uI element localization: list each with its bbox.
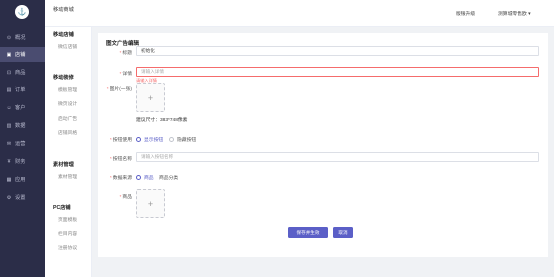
image-size-hint: 建议尺寸：383*748像素 [136, 118, 188, 123]
customers-icon: ☺ [6, 104, 12, 111]
source-category-radio[interactable]: 商品分类 [159, 174, 178, 181]
radio-checked-icon [136, 175, 141, 180]
breadcrumb: 移动商城 [53, 7, 74, 13]
submenu-title-pc-shop: PC店铺 [53, 205, 71, 211]
button-name-label: *按钮名称 [109, 157, 132, 162]
sidebar-item-orders[interactable]: ▤ 订单 [0, 82, 45, 97]
submenu-item-page-design[interactable]: 微页设计 [58, 100, 77, 107]
submenu-item-launch-ad[interactable]: 启动广告 [58, 115, 77, 122]
goods-icon: ⊡ [6, 69, 12, 76]
page-title: 图文广告编辑 [106, 41, 140, 47]
ad-edit-card: 图文广告编辑 *标题 初始化 *详情 请输入详情 请输入详情 *图片(一张) +… [98, 33, 548, 257]
plus-icon: + [147, 92, 154, 103]
submenu-item-shop-style[interactable]: 店铺风格 [58, 129, 77, 136]
cancel-button[interactable]: 取消 [333, 227, 353, 238]
save-button[interactable]: 保存并生效 [288, 227, 328, 238]
sidebar-item-goods[interactable]: ⊡ 商品 [0, 65, 45, 80]
title-input[interactable]: 初始化 [136, 46, 539, 56]
data-source-label: *数据来源 [109, 176, 132, 181]
submenu-item-template-management[interactable]: 模板管理 [58, 86, 77, 93]
operations-icon: ✉ [6, 140, 12, 147]
image-upload[interactable]: + [136, 83, 165, 112]
show-button-radio[interactable]: 显示按钮 [136, 136, 163, 143]
finance-icon: ¥ [7, 158, 11, 165]
sidebar-item-settings[interactable]: ⚙ 设置 [0, 190, 45, 205]
submenu-title-material-management: 素材管理 [53, 162, 74, 168]
product-label: *商品 [119, 195, 132, 200]
data-icon: ▥ [6, 122, 12, 129]
submenu-title-mobile-shop: 移动店铺 [53, 32, 74, 38]
shop-icon: ▣ [6, 51, 12, 58]
upgrade-link[interactable]: 版银升级 [456, 10, 475, 17]
title-label: *标题 [119, 51, 132, 56]
sidebar-item-shop[interactable]: ▣ 店铺 [0, 47, 45, 62]
sidebar-item-operations[interactable]: ✉ 运营 [0, 136, 45, 151]
detail-input[interactable]: 请输入详情 [136, 67, 539, 77]
source-product-radio[interactable]: 商品 [136, 174, 154, 181]
image-label: *图片(一张) [106, 87, 132, 92]
submenu-item-wechat-shop[interactable]: 微信店铺 [58, 43, 77, 50]
logo-icon[interactable]: ⚓ [15, 5, 29, 19]
main-sidebar: ⚓ ⊙ 概况 ▣ 店铺 ⊡ 商品 ▤ 订单 ☺ 客户 ▥ 数据 ✉ 运营 ¥ 财务 ▦ 应用 ⚙ 设… [0, 0, 45, 277]
overview-icon: ⊙ [6, 34, 12, 41]
hide-button-radio[interactable]: 隐藏按钮 [169, 136, 196, 143]
detail-label: *详情 [119, 72, 132, 77]
submenu-item-material-management[interactable]: 素材管理 [58, 173, 77, 180]
sidebar-item-data[interactable]: ▥ 数据 [0, 118, 45, 133]
sidebar-item-overview[interactable]: ⊙ 概况 [0, 30, 45, 45]
secondary-menu: 移动店铺 微信店铺 移动装修 模板管理 微页设计 启动广告 店铺风格 素材管理 … [45, 0, 92, 277]
user-menu[interactable]: 测算城零售欧 ▾ [498, 10, 531, 17]
radio-unchecked-icon [169, 137, 174, 142]
settings-icon: ⚙ [6, 194, 12, 201]
button-usage-label: *按钮使用 [109, 138, 132, 143]
radio-checked-icon [136, 137, 141, 142]
submenu-item-column-content[interactable]: 栏目内容 [58, 230, 77, 237]
plus-icon: + [147, 198, 154, 209]
button-name-input[interactable]: 请输入按钮名称 [136, 152, 539, 162]
submenu-item-page-templates[interactable]: 页面模板 [58, 216, 77, 223]
product-upload[interactable]: + [136, 189, 165, 218]
submenu-title-mobile-decoration: 移动装修 [53, 75, 74, 81]
submenu-item-registration-agreement[interactable]: 注册协议 [58, 244, 77, 251]
apps-icon: ▦ [6, 176, 12, 183]
sidebar-item-customers[interactable]: ☺ 客户 [0, 100, 45, 115]
orders-icon: ▤ [6, 86, 12, 93]
sidebar-item-finance[interactable]: ¥ 财务 [0, 154, 45, 169]
top-header: 移动商城 版银升级 测算城零售欧 ▾ [45, 0, 554, 27]
sidebar-item-apps[interactable]: ▦ 应用 [0, 172, 45, 187]
